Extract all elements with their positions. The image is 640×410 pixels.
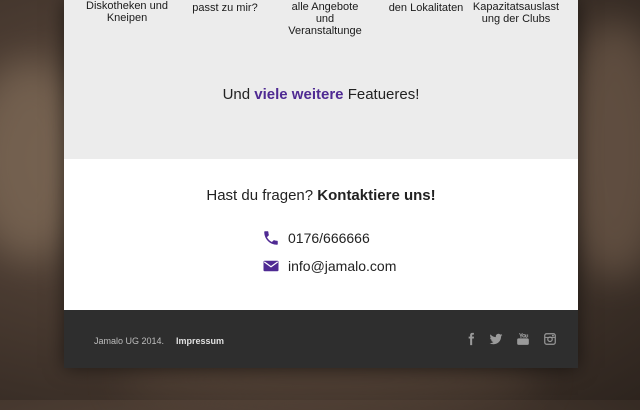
feature-column: den Lokalitaten bbox=[381, 2, 471, 14]
contact-title-prefix: Hast du fragen? bbox=[206, 187, 314, 204]
feature-column: Kapazitatsauslast ung der Clubs bbox=[468, 1, 564, 25]
more-highlight-link[interactable]: viele weitere bbox=[254, 86, 343, 103]
feature-text: ung der Clubs bbox=[481, 13, 551, 25]
facebook-icon[interactable] bbox=[464, 332, 478, 346]
contact-title-bold: Kontaktiere uns! bbox=[317, 187, 436, 204]
imprint-link[interactable]: Impressum bbox=[176, 336, 224, 346]
more-suffix: Featueres! bbox=[347, 86, 420, 103]
email-link[interactable]: info@jamalo.com bbox=[288, 258, 396, 274]
youtube-icon[interactable] bbox=[516, 332, 530, 346]
feature-column: passt zu mir? bbox=[180, 2, 270, 14]
feature-text: den Lokalitaten bbox=[388, 2, 464, 14]
phone-icon bbox=[262, 229, 280, 247]
feature-text: Kneipen bbox=[106, 12, 148, 24]
contact-title: Hast du fragen? Kontaktiere uns! bbox=[64, 187, 578, 204]
twitter-icon[interactable] bbox=[489, 332, 503, 346]
email-row: info@jamalo.com bbox=[262, 256, 396, 276]
feature-column: Diskotheken und Kneipen bbox=[82, 0, 172, 24]
feature-column: alle Angebote und Veranstaltunge bbox=[280, 1, 370, 37]
more-features-text: Und viele weitere Featueres! bbox=[64, 86, 578, 103]
more-prefix: Und bbox=[222, 86, 251, 103]
feature-text: und bbox=[315, 13, 335, 25]
feature-text: passt zu mir? bbox=[192, 2, 258, 14]
features-section: Diskotheken und Kneipen passt zu mir? al… bbox=[64, 0, 578, 159]
page-container: Diskotheken und Kneipen passt zu mir? al… bbox=[64, 0, 578, 368]
feature-text: Veranstaltunge bbox=[288, 25, 362, 37]
feature-text: Kapazitatsauslast bbox=[472, 1, 560, 13]
contact-section: Hast du fragen? Kontaktiere uns! 0176/66… bbox=[64, 159, 578, 310]
phone-number[interactable]: 0176/666666 bbox=[288, 230, 370, 246]
footer: Jamalo UG 2014. Impressum bbox=[64, 310, 578, 368]
envelope-icon bbox=[262, 257, 280, 275]
copyright-text: Jamalo UG 2014. bbox=[94, 336, 165, 346]
feature-text: alle Angebote bbox=[291, 1, 359, 13]
feature-text: Diskotheken und bbox=[86, 0, 168, 12]
phone-row: 0176/666666 bbox=[262, 228, 370, 248]
instagram-icon[interactable] bbox=[543, 332, 557, 346]
